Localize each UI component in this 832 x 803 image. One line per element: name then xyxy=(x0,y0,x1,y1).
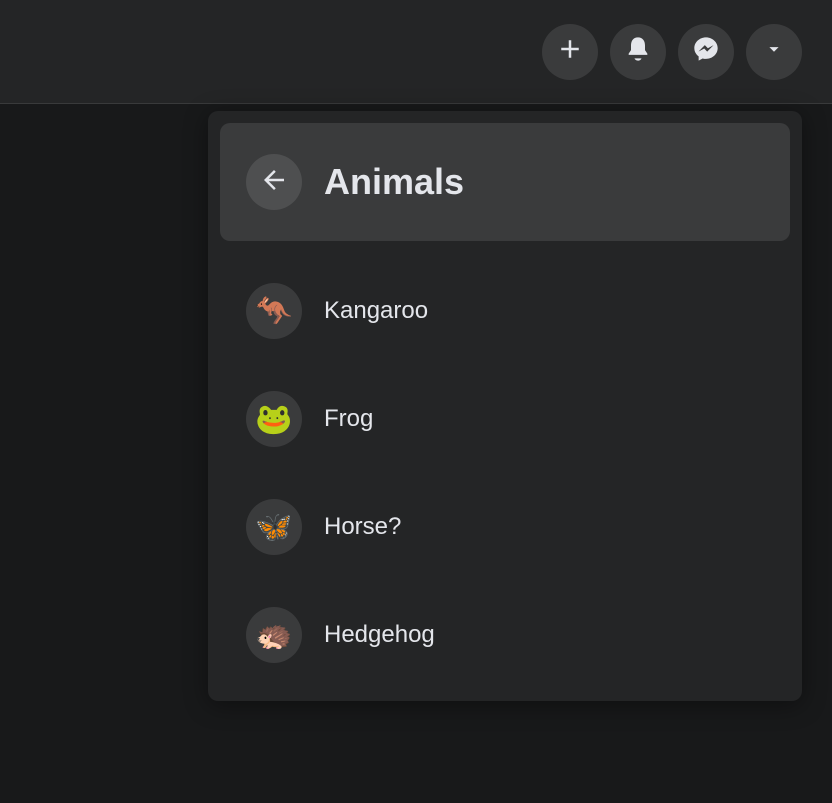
bell-icon xyxy=(624,35,652,68)
hedgehog-icon: 🦔 xyxy=(246,607,302,663)
butterfly-icon: 🦋 xyxy=(246,499,302,555)
messenger-icon xyxy=(692,35,720,68)
messenger-button[interactable] xyxy=(678,24,734,80)
arrow-left-icon xyxy=(259,165,289,200)
kangaroo-icon: 🦘 xyxy=(246,283,302,339)
menu-item-frog[interactable]: 🐸 Frog xyxy=(220,365,790,473)
account-menu-button[interactable] xyxy=(746,24,802,80)
menu-item-label: Horse? xyxy=(324,513,401,541)
menu-item-kangaroo[interactable]: 🦘 Kangaroo xyxy=(220,257,790,365)
menu-item-label: Frog xyxy=(324,405,373,433)
menu-item-label: Hedgehog xyxy=(324,621,435,649)
caret-down-icon xyxy=(763,38,785,65)
topbar xyxy=(0,0,832,104)
frog-icon: 🐸 xyxy=(246,391,302,447)
menu-item-label: Kangaroo xyxy=(324,297,428,325)
menu-header[interactable]: Animals xyxy=(220,123,790,241)
menu-title: Animals xyxy=(324,161,464,203)
plus-icon xyxy=(555,34,585,69)
menu-item-hedgehog[interactable]: 🦔 Hedgehog xyxy=(220,581,790,689)
back-button[interactable] xyxy=(246,154,302,210)
notifications-button[interactable] xyxy=(610,24,666,80)
dropdown-menu: Animals 🦘 Kangaroo 🐸 Frog 🦋 Horse? 🦔 Hed… xyxy=(208,111,802,701)
create-button[interactable] xyxy=(542,24,598,80)
menu-item-horse[interactable]: 🦋 Horse? xyxy=(220,473,790,581)
